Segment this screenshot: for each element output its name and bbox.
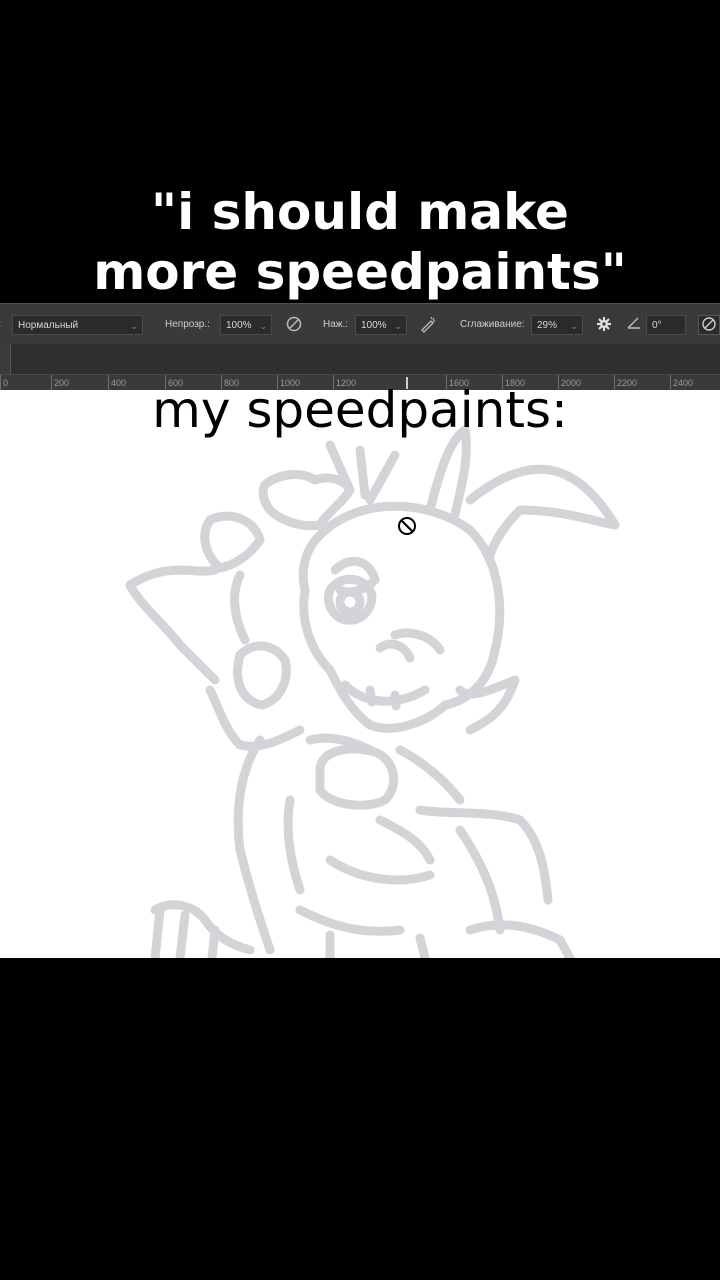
chevron-down-icon: ⌄	[259, 321, 267, 331]
drawing-canvas[interactable]	[0, 390, 720, 958]
angle-input[interactable]: 0°	[646, 315, 686, 335]
chevron-down-icon: ⌄	[130, 321, 138, 331]
angle-icon	[624, 315, 644, 335]
speedpaints-caption: my speedpaints:	[152, 381, 568, 439]
opacity-input[interactable]: 100% ⌄	[220, 315, 272, 335]
tool-options-bar: : Нормальный ⌄ Непрозр.: 100% ⌄ Наж.: 10…	[0, 303, 720, 345]
chevron-down-icon: ⌄	[394, 321, 402, 331]
chevron-down-icon: ⌄	[570, 321, 578, 331]
pressure-size-icon[interactable]	[698, 315, 720, 335]
pressure-opacity-icon[interactable]	[284, 315, 304, 335]
smoothing-label: Сглаживание:	[460, 318, 525, 330]
sketch-drawing	[125, 425, 620, 958]
no-entry-cursor-icon	[397, 516, 417, 536]
airbrush-icon[interactable]	[418, 315, 438, 335]
opacity-label: Непрозр.:	[165, 318, 210, 330]
options-separator: :	[0, 318, 3, 330]
blend-mode-select[interactable]: Нормальный ⌄	[12, 315, 143, 335]
caption-line-2: more speedpaints"	[92, 242, 628, 302]
flow-input[interactable]: 100% ⌄	[355, 315, 407, 335]
gear-icon[interactable]	[594, 315, 614, 335]
smoothing-input[interactable]: 29% ⌄	[531, 315, 583, 335]
blend-mode-value: Нормальный	[18, 320, 79, 331]
flow-label: Наж.:	[323, 318, 349, 330]
document-tab[interactable]	[0, 344, 11, 374]
meme-caption: "i should make more speedpaints"	[0, 182, 720, 302]
flow-value: 100%	[361, 320, 387, 331]
caption-line-1: "i should make	[150, 182, 570, 242]
angle-value: 0°	[652, 320, 662, 331]
smoothing-value: 29%	[537, 320, 558, 331]
opacity-value: 100%	[226, 320, 252, 331]
document-tab-bar	[0, 344, 720, 374]
